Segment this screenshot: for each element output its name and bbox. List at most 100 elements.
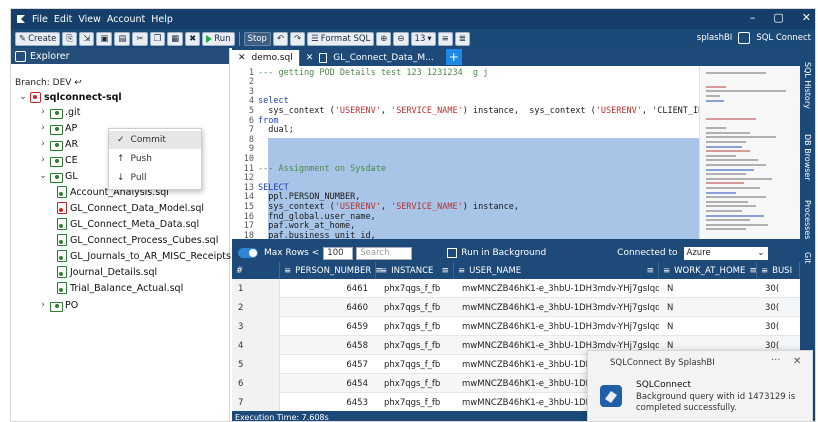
- table-row[interactable]: 2 6460 phx7qgs_f_fb mwMNCZB46hK1-e_3hbU-1DH…: [232, 298, 800, 317]
- tree-file[interactable]: Journal_Details.sql: [57, 265, 157, 279]
- close-tab-icon[interactable]: ✕: [306, 53, 314, 63]
- connection-select[interactable]: Azure ⌄: [683, 246, 768, 260]
- menu-view[interactable]: View: [78, 14, 101, 25]
- tree-folder[interactable]: › AR: [39, 137, 78, 151]
- column-filter-icon[interactable]: ≡: [441, 266, 453, 276]
- menu-account[interactable]: Account: [107, 14, 145, 25]
- app-name: SQL Connect: [756, 33, 811, 43]
- column-menu-icon[interactable]: ≡: [458, 266, 465, 276]
- close-icon[interactable]: ✕: [793, 356, 801, 367]
- chevron-right-icon[interactable]: ›: [39, 107, 47, 117]
- window-controls: – ▢ ✕: [750, 11, 811, 24]
- branch-indicator[interactable]: Branch: DEV ↩: [15, 78, 82, 88]
- format-sql-button[interactable]: ☰ Format SQL: [307, 31, 375, 46]
- pull-menu-item[interactable]: ↓ Pull: [109, 169, 201, 187]
- tab-demo-sql[interactable]: ✕ demo.sql: [232, 50, 299, 66]
- branch-switch-icon[interactable]: ↩: [74, 78, 82, 88]
- column-header[interactable]: ≡ WORK_AT_HOME ≡: [659, 262, 757, 279]
- column-header[interactable]: ≡ PERSON_NUMBER ≡: [280, 262, 383, 279]
- menu-file[interactable]: File: [32, 14, 48, 25]
- redo-icon[interactable]: ↷: [290, 31, 306, 46]
- save-icon[interactable]: ▣: [96, 31, 113, 46]
- document-icon: [319, 53, 328, 63]
- table-cell: 5: [232, 355, 280, 374]
- table-cell: N: [667, 283, 674, 294]
- column-menu-icon[interactable]: ≡: [380, 266, 387, 276]
- tree-folder[interactable]: › PO: [39, 298, 78, 312]
- column-header[interactable]: ≡ BUSI: [757, 262, 800, 279]
- minimap[interactable]: [699, 66, 800, 239]
- cut-icon[interactable]: ✂: [132, 31, 148, 46]
- chevron-right-icon[interactable]: ›: [39, 155, 47, 165]
- git-tab[interactable]: Git: [803, 252, 812, 264]
- commit-menu-item[interactable]: ✓ Commit: [109, 131, 201, 149]
- add-tab-button[interactable]: +: [445, 49, 462, 65]
- tree-folder[interactable]: › AP: [39, 121, 77, 135]
- column-menu-icon[interactable]: ≡: [663, 266, 670, 276]
- tree-file[interactable]: Trial_Balance_Actual.sql: [57, 281, 183, 295]
- table-row[interactable]: 3 6459 phx7qgs_f_fb mwMNCZB46hK1-e_3hbU-1DH…: [232, 317, 800, 336]
- table-row[interactable]: 1 6461 phx7qgs_f_fb mwMNCZB46hK1-e_3hbU-1DH…: [232, 279, 800, 298]
- save-all-icon[interactable]: ▤: [114, 31, 131, 46]
- line-number: 10: [243, 153, 254, 164]
- create-icon: ✎: [19, 33, 27, 44]
- tree-file[interactable]: GL_Journals_to_AR_MISC_Receipts.sql: [57, 249, 248, 263]
- close-icon[interactable]: ✕: [802, 11, 811, 24]
- create-button[interactable]: ✎ Create: [15, 31, 61, 46]
- tree-file[interactable]: GL_Connect_Data_Model.sql: [57, 201, 204, 215]
- max-rows-input[interactable]: 100: [323, 246, 354, 260]
- tree-file[interactable]: GL_Connect_Process_Cubes.sql: [57, 233, 218, 247]
- tree-folder[interactable]: › .git: [39, 105, 80, 119]
- column-header[interactable]: ≡ INSTANCE ≡: [376, 262, 454, 279]
- tree-folder[interactable]: › CE: [39, 153, 78, 167]
- run-button[interactable]: Run: [202, 31, 235, 46]
- menu-help[interactable]: Help: [151, 14, 173, 25]
- column-filter-icon[interactable]: ≡: [646, 266, 658, 276]
- column-header[interactable]: ≡ USER_NAME ≡: [454, 262, 659, 279]
- table-cell: phx7qgs_f_fb: [384, 302, 441, 313]
- more-options-icon[interactable]: ···: [771, 355, 781, 366]
- toolbar-divider: [238, 31, 240, 46]
- menu-edit[interactable]: Edit: [54, 14, 72, 25]
- chevron-down-icon[interactable]: ⌄: [19, 92, 27, 102]
- open-icon[interactable]: ⎘: [62, 31, 78, 46]
- db-browser-tab[interactable]: DB Browser: [803, 134, 812, 181]
- max-rows-toggle[interactable]: [238, 248, 258, 258]
- minimap-line: [706, 150, 750, 153]
- close-tab-icon[interactable]: ✕: [238, 53, 246, 63]
- chevron-down-icon[interactable]: ⌄: [39, 171, 47, 181]
- paste-icon[interactable]: ▦: [167, 31, 184, 46]
- sql-history-tab[interactable]: SQL History: [803, 62, 812, 109]
- column-menu-icon[interactable]: ≡: [284, 266, 291, 276]
- sql-editor[interactable]: 1 --- getting POD Details test 123 123123…: [232, 66, 699, 239]
- sql-file-icon: [57, 186, 67, 198]
- copy-icon[interactable]: ❐: [149, 31, 166, 46]
- undo-icon[interactable]: ↶: [272, 31, 289, 46]
- processes-tab[interactable]: Processes: [803, 200, 812, 239]
- zoom-out-icon[interactable]: ⊖: [393, 31, 409, 46]
- minimize-icon[interactable]: –: [750, 11, 756, 24]
- stop-button[interactable]: Stop: [243, 31, 271, 46]
- chevron-right-icon[interactable]: ›: [39, 139, 47, 149]
- export-icon[interactable]: ⇲: [79, 31, 95, 46]
- chevron-right-icon[interactable]: ›: [39, 300, 47, 310]
- column-header[interactable]: #: [232, 262, 280, 279]
- run-in-background-checkbox[interactable]: [447, 248, 458, 258]
- line-number: 5: [248, 105, 254, 116]
- column-menu-icon[interactable]: ≡: [761, 266, 768, 276]
- comment-icon[interactable]: ≡: [437, 31, 453, 46]
- tree-folder-gl[interactable]: ⌄ GL: [39, 169, 78, 183]
- delete-icon[interactable]: ✖: [185, 31, 201, 46]
- chevron-right-icon[interactable]: ›: [39, 123, 47, 133]
- font-size-select[interactable]: 13 ▾: [410, 31, 436, 46]
- maximize-icon[interactable]: ▢: [773, 11, 783, 24]
- tree-file[interactable]: GL_Connect_Meta_Data.sql: [57, 217, 199, 231]
- search-input[interactable]: Search: [356, 246, 413, 260]
- tree-repo[interactable]: ⌄ sqlconnect-sql: [19, 90, 122, 104]
- file-label: GL_Connect_Data_Model.sql: [70, 202, 205, 214]
- push-menu-item[interactable]: ↑ Push: [109, 150, 201, 168]
- zoom-in-icon[interactable]: ⊕: [376, 31, 392, 46]
- line-number: 16: [243, 211, 254, 222]
- tab-gl-connect[interactable]: ✕ GL_Connect_Data_M...: [298, 50, 440, 66]
- uncomment-icon[interactable]: ≣: [454, 31, 470, 46]
